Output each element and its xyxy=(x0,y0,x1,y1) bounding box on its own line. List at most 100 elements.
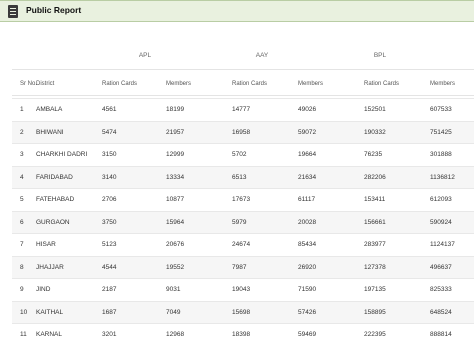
table-cell: 7049 xyxy=(166,308,181,316)
report-icon xyxy=(8,5,18,18)
table-cell: 607533 xyxy=(430,106,452,113)
table-row: 1 AMBALA 4561 18199 14777 49026 152501 607533 xyxy=(12,98,474,120)
table-cell: 301888 xyxy=(430,151,452,158)
table-cell: 11 xyxy=(20,331,27,338)
column-header[interactable]: Members xyxy=(298,81,323,87)
district-cell: KARNAL xyxy=(36,331,63,338)
column-header[interactable]: Members xyxy=(430,81,455,87)
column-header[interactable]: District xyxy=(36,81,54,87)
table-cell: 7 xyxy=(20,241,24,248)
table-cell: 9031 xyxy=(166,286,181,293)
divider xyxy=(12,69,474,70)
table-cell: 4544 xyxy=(102,263,117,271)
table-cell: 158895 xyxy=(364,308,386,316)
table-cell: 888814 xyxy=(430,331,452,338)
district-cell: KAITHAL xyxy=(36,308,64,316)
table-cell: 127378 xyxy=(364,263,386,271)
column-header[interactable]: Members xyxy=(166,81,191,87)
table-cell: 61117 xyxy=(298,196,316,203)
district-cell: HISAR xyxy=(36,241,56,248)
column-header[interactable]: Ration Cards xyxy=(232,81,267,87)
table-cell: 57426 xyxy=(298,308,317,316)
table-cell: 3750 xyxy=(102,218,117,226)
table-cell: 26920 xyxy=(298,263,317,271)
district-cell: JHAJJAR xyxy=(36,263,64,271)
table-cell: 85434 xyxy=(298,241,317,248)
table-cell: 6 xyxy=(20,218,24,226)
table-row: 2 BHIWANI 5474 21957 16958 59072 190332 751425 xyxy=(12,120,474,143)
table-cell: 20676 xyxy=(166,241,185,248)
table-cell: 825333 xyxy=(430,286,452,293)
district-cell: CHARKHI DADRI xyxy=(36,151,88,158)
table-cell: 19552 xyxy=(166,263,185,271)
table-cell: 152501 xyxy=(364,106,386,113)
table-row: 10 KAITHAL 1687 7049 15698 57426 158895 648524 xyxy=(12,300,474,323)
table-cell: 4561 xyxy=(102,106,117,113)
district-cell: FARIDABAD xyxy=(36,173,73,181)
table-cell: 59469 xyxy=(298,331,317,338)
table-row: 7 HISAR 5123 20676 24674 85434 283977 1124137 xyxy=(12,233,474,255)
table-row: 5 FATEHABAD 2706 10877 17673 61117 153411 61209… xyxy=(12,188,474,210)
table-row: 6 GURGAON 3750 15964 5979 20028 156661 590924 xyxy=(12,210,474,233)
table-cell: 21634 xyxy=(298,173,317,181)
district-cell: BHIWANI xyxy=(36,128,64,136)
table-cell: 7987 xyxy=(232,263,247,271)
table-cell: 20028 xyxy=(298,218,317,226)
group-header-aay: AAY xyxy=(255,52,269,59)
table-cell: 12999 xyxy=(166,151,185,158)
district-cell: JIND xyxy=(36,286,51,293)
table-cell: 19664 xyxy=(298,151,317,158)
table-cell: 3150 xyxy=(102,151,117,158)
table-cell: 2187 xyxy=(102,286,117,293)
table-cell: 153411 xyxy=(364,196,386,203)
table-cell: 15964 xyxy=(166,218,185,226)
table-cell: 5474 xyxy=(102,128,117,136)
table-cell: 751425 xyxy=(430,128,452,136)
table-cell: 18398 xyxy=(232,331,251,338)
table-cell: 496637 xyxy=(430,263,452,271)
table-cell: 5702 xyxy=(232,151,247,158)
table-cell: 612093 xyxy=(430,196,452,203)
table-cell: 49026 xyxy=(298,106,317,113)
table-cell: 6513 xyxy=(232,173,247,181)
table-cell: 4 xyxy=(20,173,24,181)
table-row: 11 KARNAL 3201 12968 18398 59469 222395 888814 xyxy=(12,323,474,345)
table-cell: 156661 xyxy=(364,218,386,226)
table-cell: 24674 xyxy=(232,241,251,248)
table-cell: 21957 xyxy=(166,128,185,136)
table-cell: 590924 xyxy=(430,218,452,226)
table-cell: 1136812 xyxy=(430,173,455,181)
table-cell: 13334 xyxy=(166,173,185,181)
table-cell: 5 xyxy=(20,196,24,203)
table-cell: 190332 xyxy=(364,128,386,136)
table-row: 8 JHAJJAR 4544 19552 7987 26920 127378 496637 xyxy=(12,255,474,278)
table-cell: 3140 xyxy=(102,173,117,181)
table-cell: 282206 xyxy=(364,173,386,181)
table-cell: 1687 xyxy=(102,308,117,316)
panel-header: Public Report xyxy=(0,0,474,22)
column-header[interactable]: Sr No. xyxy=(20,81,37,87)
column-header[interactable]: Ration Cards xyxy=(364,81,399,87)
table-cell: 283977 xyxy=(364,241,386,248)
divider xyxy=(12,95,474,96)
table-row: 3 CHARKHI DADRI 3150 12999 5702 19664 76235 301… xyxy=(12,143,474,165)
district-cell: GURGAON xyxy=(36,218,70,226)
column-header[interactable]: Ration Cards xyxy=(102,81,137,87)
table-cell: 10 xyxy=(20,308,28,316)
table-cell: 2 xyxy=(20,128,24,136)
table-cell: 76235 xyxy=(364,151,383,158)
table-cell: 12968 xyxy=(166,331,185,338)
table-cell: 3 xyxy=(20,151,24,158)
page-title: Public Report xyxy=(26,5,82,15)
district-cell: FATEHABAD xyxy=(36,196,75,203)
table-cell: 5979 xyxy=(232,218,247,226)
table-cell: 9 xyxy=(20,286,24,293)
table-cell: 5123 xyxy=(102,241,117,248)
table-cell: 1124137 xyxy=(430,241,455,248)
table-cell: 59072 xyxy=(298,128,317,136)
table-cell: 71590 xyxy=(298,286,317,293)
table-cell: 2706 xyxy=(102,196,117,203)
table-cell: 10877 xyxy=(166,196,185,203)
group-header-apl: APL xyxy=(138,52,152,59)
table-cell: 18199 xyxy=(166,106,185,113)
